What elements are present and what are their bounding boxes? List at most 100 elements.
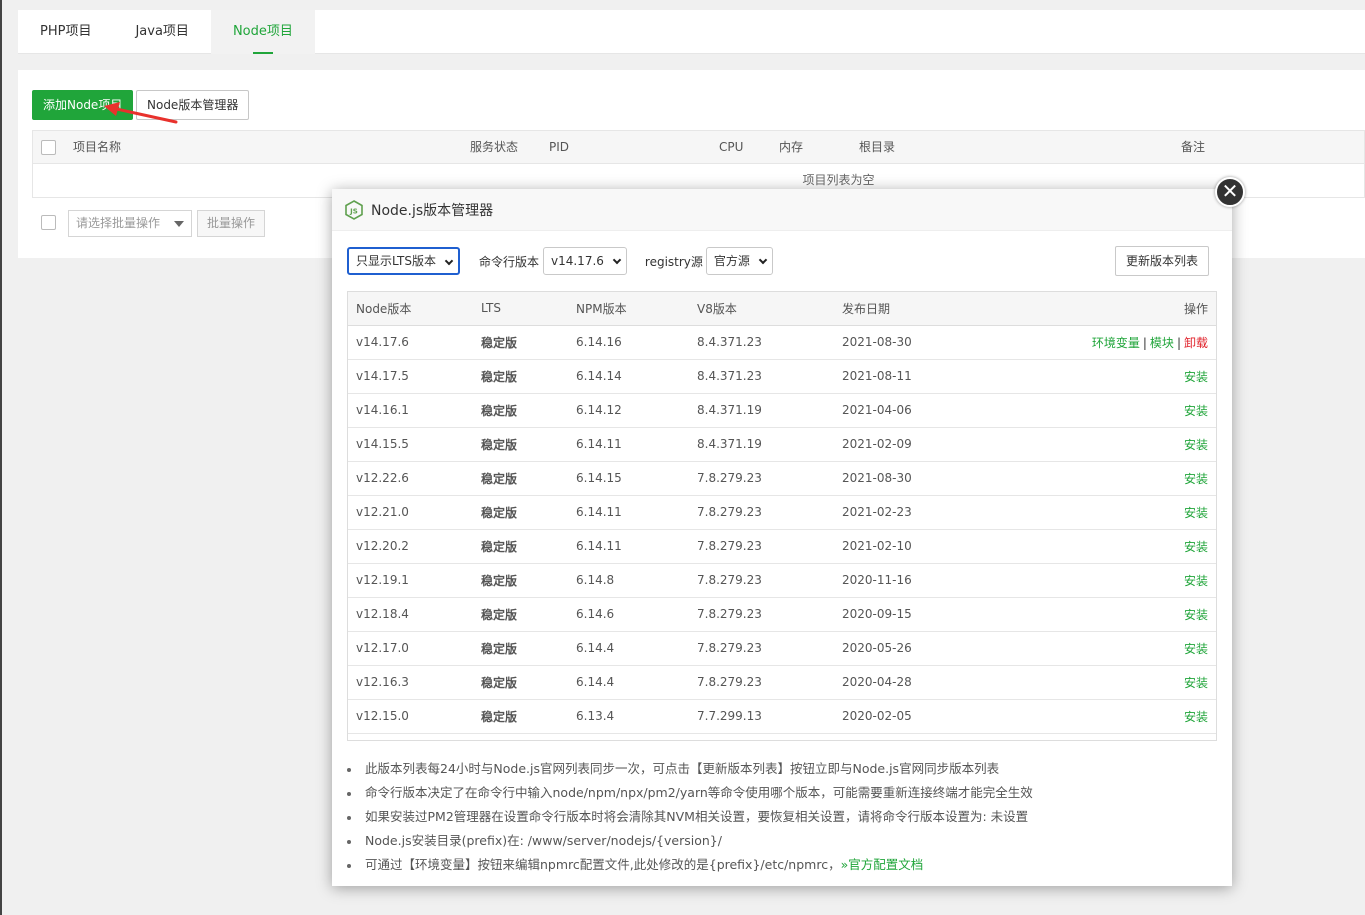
cell-release-date: 2020-09-15 bbox=[834, 597, 984, 632]
cell-release-date: 2020-02-05 bbox=[834, 699, 984, 734]
batch-select-checkbox[interactable] bbox=[41, 215, 56, 230]
batch-operation-select[interactable]: 请选择批量操作 bbox=[68, 210, 192, 237]
cell-operation: 安装 bbox=[984, 393, 1216, 428]
cell-lts: 稳定版 bbox=[473, 427, 568, 462]
version-row: v14.17.6 稳定版 6.14.16 8.4.371.23 2021-08-30 环境… bbox=[348, 325, 1216, 360]
batch-operation-placeholder: 请选择批量操作 bbox=[76, 216, 161, 230]
cell-lts: 稳定版 bbox=[473, 529, 568, 564]
action-separator: | bbox=[1142, 335, 1147, 350]
header-pid: PID bbox=[549, 140, 570, 154]
note-item: 如果安装过PM2管理器在设置命令行版本时将会清除其NVM相关设置，要恢复相关设置… bbox=[347, 805, 1217, 829]
cli-version-value: v14.17.6 bbox=[551, 254, 604, 268]
lts-filter-select[interactable]: 只显示LTS版本 bbox=[347, 247, 460, 275]
cell-operation: 安装 bbox=[984, 665, 1216, 700]
cell-lts: 稳定版 bbox=[473, 665, 568, 700]
cell-npm-version: 6.14.11 bbox=[568, 495, 689, 530]
cell-node-version: v12.17.0 bbox=[348, 631, 473, 666]
tab-node[interactable]: Node项目 bbox=[210, 10, 315, 54]
dialog-title: Node.js版本管理器 bbox=[371, 202, 494, 219]
install-link[interactable]: 安装 bbox=[1184, 438, 1208, 452]
cell-v8-version: 7.7.299.13 bbox=[689, 699, 834, 734]
cell-lts: 稳定版 bbox=[473, 461, 568, 496]
note-item: 可通过【环境变量】按钮来编辑npmrc配置文件,此处修改的是{prefix}/e… bbox=[347, 853, 1217, 877]
registry-select[interactable]: 官方源 bbox=[705, 247, 773, 275]
node-version-manager-dialog: JS Node.js版本管理器 只显示LTS版本 命令行版本 v14.17.6 … bbox=[332, 189, 1232, 886]
version-row: v12.20.2 稳定版 6.14.11 7.8.279.23 2021-02-10 安装 bbox=[348, 529, 1216, 564]
cell-npm-version: 6.14.11 bbox=[568, 529, 689, 564]
red-arrow-annotation bbox=[104, 102, 178, 124]
note-item: 此版本列表每24小时与Node.js官网列表同步一次，可点击【更新版本列表】按钮… bbox=[347, 757, 1217, 781]
cell-npm-version: 6.14.4 bbox=[568, 665, 689, 700]
version-row: v12.22.6 稳定版 6.14.15 7.8.279.23 2021-08-30 安装 bbox=[348, 461, 1216, 496]
modules-link[interactable]: 模块 bbox=[1150, 336, 1174, 350]
cell-release-date: 2021-04-06 bbox=[834, 393, 984, 428]
cell-release-date: 2021-08-30 bbox=[834, 325, 984, 360]
cell-lts: 稳定版 bbox=[473, 393, 568, 428]
cell-operation: 安装 bbox=[984, 529, 1216, 564]
install-link[interactable]: 安装 bbox=[1184, 540, 1208, 554]
cell-release-date: 2021-02-10 bbox=[834, 529, 984, 564]
version-row: v12.19.1 稳定版 6.14.8 7.8.279.23 2020-11-16 安装 bbox=[348, 563, 1216, 598]
cell-v8-version: 8.4.371.23 bbox=[689, 325, 834, 360]
version-row: v12.16.3 稳定版 6.14.4 7.8.279.23 2020-04-28 安装 bbox=[348, 665, 1216, 700]
svg-text:JS: JS bbox=[349, 207, 358, 215]
cell-node-version: v14.17.5 bbox=[348, 359, 473, 394]
chevron-down-icon bbox=[444, 256, 454, 266]
cell-release-date: 2021-02-09 bbox=[834, 427, 984, 462]
install-link[interactable]: 安装 bbox=[1184, 608, 1208, 622]
cell-node-version: v14.15.5 bbox=[348, 427, 473, 462]
dialog-title-bar: JS Node.js版本管理器 bbox=[332, 189, 1232, 231]
install-link[interactable]: 安装 bbox=[1184, 642, 1208, 656]
cell-lts: 稳定版 bbox=[473, 631, 568, 666]
col-operation: 操作 bbox=[984, 292, 1216, 326]
version-toolbar: 只显示LTS版本 命令行版本 v14.17.6 registry源 官方源 更新… bbox=[347, 246, 1217, 276]
install-link[interactable]: 安装 bbox=[1184, 506, 1208, 520]
cli-version-select[interactable]: v14.17.6 bbox=[543, 247, 627, 275]
cell-v8-version: 8.4.371.19 bbox=[689, 393, 834, 428]
cell-npm-version: 6.14.11 bbox=[568, 427, 689, 462]
cell-lts: 稳定版 bbox=[473, 563, 568, 598]
col-npm-version: NPM版本 bbox=[568, 292, 689, 326]
project-table-header: 项目名称 服务状态 PID CPU 内存 根目录 备注 bbox=[33, 131, 1364, 164]
install-link[interactable]: 安装 bbox=[1184, 472, 1208, 486]
cell-operation: 安装 bbox=[984, 495, 1216, 530]
install-link[interactable]: 安装 bbox=[1184, 676, 1208, 690]
batch-operation-button[interactable]: 批量操作 bbox=[197, 210, 266, 237]
cell-node-version: v12.19.1 bbox=[348, 563, 473, 598]
refresh-version-list-button[interactable]: 更新版本列表 bbox=[1114, 246, 1209, 276]
version-row: v12.17.0 稳定版 6.14.4 7.8.279.23 2020-05-26 安装 bbox=[348, 631, 1216, 666]
install-link[interactable]: 安装 bbox=[1184, 574, 1208, 588]
cell-operation: 安装 bbox=[984, 631, 1216, 666]
install-link[interactable]: 安装 bbox=[1184, 710, 1208, 724]
cell-v8-version: 8.4.371.23 bbox=[689, 359, 834, 394]
env-variables-link[interactable]: 环境变量 bbox=[1092, 336, 1140, 350]
project-table: 项目名称 服务状态 PID CPU 内存 根目录 备注 项目列表为空 bbox=[32, 130, 1365, 198]
cell-operation: 安装 bbox=[984, 359, 1216, 394]
install-link[interactable]: 安装 bbox=[1184, 370, 1208, 384]
header-root-dir: 根目录 bbox=[859, 140, 896, 154]
cell-lts: 稳定版 bbox=[473, 359, 568, 394]
cell-lts: 稳定版 bbox=[473, 597, 568, 632]
uninstall-link[interactable]: 卸载 bbox=[1184, 336, 1208, 350]
cell-npm-version: 6.14.14 bbox=[568, 359, 689, 394]
cell-operation: 安装 bbox=[984, 427, 1216, 462]
modal-close-button[interactable]: ✕ bbox=[1215, 177, 1245, 207]
tab-php[interactable]: PHP项目 bbox=[18, 10, 113, 54]
note-item: 命令行版本决定了在命令行中输入node/npm/npx/pm2/yarn等命令使… bbox=[347, 781, 1217, 805]
help-notes: 此版本列表每24小时与Node.js官网列表同步一次，可点击【更新版本列表】按钮… bbox=[347, 757, 1217, 877]
cell-npm-version: 6.14.6 bbox=[568, 597, 689, 632]
version-table-header: Node版本 LTS NPM版本 V8版本 发布日期 操作 bbox=[348, 292, 1216, 326]
col-lts: LTS bbox=[473, 292, 568, 326]
install-link[interactable]: 安装 bbox=[1184, 404, 1208, 418]
select-all-checkbox[interactable] bbox=[41, 140, 56, 155]
tab-java[interactable]: Java项目 bbox=[113, 10, 210, 54]
cell-release-date: 2021-08-11 bbox=[834, 359, 984, 394]
col-node-version: Node版本 bbox=[348, 292, 473, 326]
version-table-container[interactable]: Node版本 LTS NPM版本 V8版本 发布日期 操作 v14.17.6 稳定… bbox=[347, 291, 1217, 741]
cell-npm-version: 6.14.15 bbox=[568, 461, 689, 496]
official-config-doc-link[interactable]: »官方配置文档 bbox=[841, 857, 924, 872]
header-service-status: 服务状态 bbox=[470, 140, 519, 154]
cell-node-version: v12.20.2 bbox=[348, 529, 473, 564]
cell-release-date: 2021-02-23 bbox=[834, 495, 984, 530]
cell-node-version: v14.17.6 bbox=[348, 325, 473, 360]
